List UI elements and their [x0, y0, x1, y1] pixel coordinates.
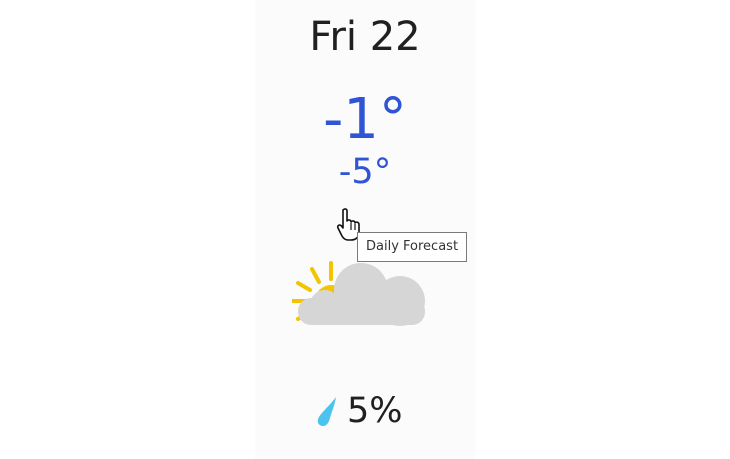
- precipitation-value: 5%: [347, 391, 403, 431]
- tooltip: Daily Forecast: [357, 232, 468, 262]
- precipitation-chance: 5%: [315, 388, 403, 434]
- temperature-high: -1°: [323, 87, 407, 152]
- raindrop-icon: [317, 397, 336, 426]
- temperature-low: -5°: [338, 152, 392, 192]
- day-label: Fri 22: [309, 14, 421, 60]
- weather-app-page: Fri 22 -1° -5° 5% Daily Forecast: [0, 0, 730, 459]
